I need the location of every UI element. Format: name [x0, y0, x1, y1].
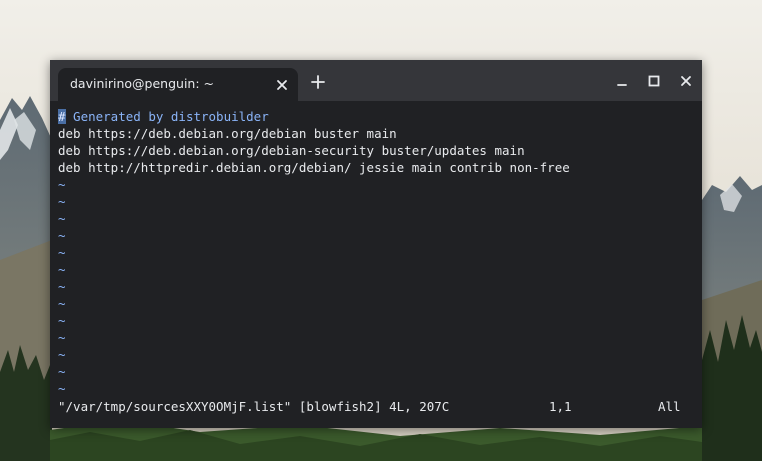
text-cursor: # — [58, 109, 66, 124]
empty-line-marker: ~ — [58, 296, 66, 311]
tab-title: davinirino@penguin: ~ — [70, 76, 215, 91]
source-line: deb https://deb.debian.org/debian-securi… — [58, 143, 525, 158]
empty-line-marker: ~ — [58, 245, 66, 260]
empty-line-marker: ~ — [58, 347, 66, 362]
empty-line-marker: ~ — [58, 194, 66, 209]
empty-line-marker: ~ — [58, 313, 66, 328]
empty-line-marker: ~ — [58, 364, 66, 379]
tab-terminal[interactable]: davinirino@penguin: ~ — [58, 68, 298, 101]
empty-line-marker: ~ — [58, 330, 66, 345]
empty-line-marker: ~ — [58, 262, 66, 277]
maximize-icon[interactable] — [645, 72, 663, 90]
comment-line: # Generated by distrobuilder — [58, 108, 698, 125]
empty-line-marker: ~ — [58, 211, 66, 226]
close-window-icon[interactable] — [677, 72, 695, 90]
status-cursor-position: 1,1 — [549, 399, 572, 414]
close-tab-icon[interactable] — [274, 77, 290, 93]
empty-line-marker: ~ — [58, 381, 66, 396]
empty-line-marker: ~ — [58, 279, 66, 294]
status-file-info: "/var/tmp/sourcesXXY0OMjF.list" [blowfis… — [58, 399, 450, 414]
empty-line-marker: ~ — [58, 177, 66, 192]
source-line: deb https://deb.debian.org/debian buster… — [58, 126, 397, 141]
status-scroll-indicator: All — [658, 399, 681, 414]
terminal-content[interactable]: # Generated by distrobuilder deb https:/… — [58, 108, 698, 424]
empty-line-marker: ~ — [58, 228, 66, 243]
source-line: deb http://httpredir.debian.org/debian/ … — [58, 160, 570, 175]
new-tab-icon[interactable] — [310, 74, 326, 90]
minimize-icon[interactable] — [613, 72, 631, 90]
window-titlebar: davinirino@penguin: ~ — [50, 60, 702, 101]
terminal-window: davinirino@penguin: ~ # Generated by dis… — [50, 60, 702, 428]
vim-status-line: "/var/tmp/sourcesXXY0OMjF.list" [blowfis… — [58, 398, 698, 415]
comment-text: Generated by distrobuilder — [65, 109, 269, 124]
